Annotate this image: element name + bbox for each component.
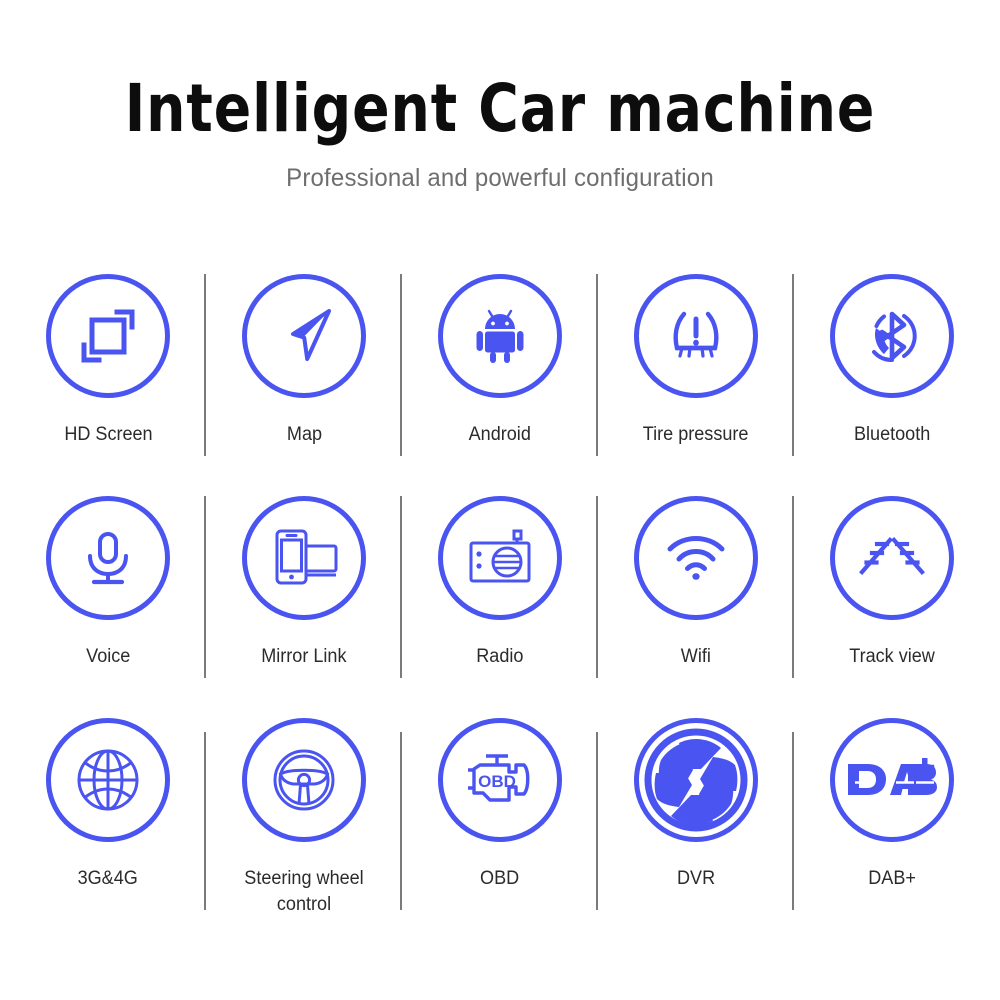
feature-label: Bluetooth bbox=[853, 424, 931, 445]
feature-label: HD Screen bbox=[63, 424, 153, 445]
microphone-icon bbox=[78, 528, 138, 588]
check-engine-obd-icon: OBD bbox=[463, 752, 537, 808]
feature-label: DAB+ bbox=[868, 868, 916, 889]
feature-item-dab-plus[interactable]: DAB+ bbox=[794, 706, 990, 946]
feature-label: Tire pressure bbox=[643, 424, 749, 445]
feature-icon-circle bbox=[242, 496, 366, 620]
feature-label: OBD bbox=[480, 868, 520, 889]
steering-wheel-icon bbox=[271, 747, 337, 813]
page-header: Intelligent Car machine Professional and… bbox=[0, 76, 1000, 193]
feature-item-obd[interactable]: OBD OBD bbox=[402, 706, 598, 946]
feature-label: Track view bbox=[849, 646, 935, 667]
feature-label: Map bbox=[286, 424, 322, 445]
tire-pressure-warning-icon bbox=[664, 304, 728, 368]
feature-icon-circle bbox=[830, 496, 954, 620]
page-subtitle: Professional and powerful configuration bbox=[286, 164, 714, 192]
globe-icon bbox=[75, 747, 141, 813]
feature-label: Radio bbox=[476, 646, 524, 667]
feature-item-dvr[interactable]: DVR bbox=[598, 706, 794, 946]
feature-icon-circle bbox=[830, 718, 954, 842]
feature-label: Mirror Link bbox=[261, 646, 347, 667]
feature-icon-circle bbox=[242, 274, 366, 398]
feature-icon-circle bbox=[634, 496, 758, 620]
dab-plus-logo-icon bbox=[844, 756, 940, 804]
feature-item-tire-pressure[interactable]: Tire pressure bbox=[598, 262, 794, 484]
feature-icon-circle bbox=[634, 274, 758, 398]
feature-item-map[interactable]: Map bbox=[206, 262, 402, 484]
wifi-icon bbox=[664, 533, 728, 583]
feature-item-android[interactable]: Android bbox=[402, 262, 598, 484]
feature-label: Android bbox=[468, 424, 532, 445]
page-title: Intelligent Car machine bbox=[124, 70, 876, 147]
android-robot-icon bbox=[468, 304, 532, 368]
feature-item-wifi[interactable]: Wifi bbox=[598, 484, 794, 706]
phone-screen-mirror-icon bbox=[269, 527, 339, 589]
feature-label: DVR bbox=[676, 868, 716, 889]
feature-item-voice[interactable]: Voice bbox=[10, 484, 206, 706]
feature-item-3g-4g[interactable]: 3G&4G bbox=[10, 706, 206, 946]
camera-aperture-icon bbox=[643, 727, 749, 833]
svg-text:OBD: OBD bbox=[478, 772, 516, 791]
bluetooth-phone-icon bbox=[860, 304, 924, 368]
feature-icon-circle bbox=[46, 718, 170, 842]
feature-label: 3G&4G bbox=[77, 868, 139, 889]
feature-row: HD Screen Map Android Tire pressure Blue… bbox=[10, 262, 990, 484]
feature-item-track-view[interactable]: Track view bbox=[794, 484, 990, 706]
feature-label: Wifi bbox=[680, 646, 712, 667]
feature-label: Steering wheel control bbox=[244, 868, 364, 916]
feature-row: 3G&4G Steering wheel control OBD OBD DVR… bbox=[10, 706, 990, 946]
feature-label: Voice bbox=[85, 646, 131, 667]
feature-icon-circle bbox=[634, 718, 758, 842]
feature-icon-circle: OBD bbox=[438, 718, 562, 842]
feature-overview-page: Intelligent Car machine Professional and… bbox=[0, 0, 1000, 1000]
feature-item-hd-screen[interactable]: HD Screen bbox=[10, 262, 206, 484]
feature-grid: HD Screen Map Android Tire pressure Blue… bbox=[10, 262, 990, 946]
hd-screen-icon bbox=[77, 305, 139, 367]
feature-row: Voice Mirror Link Radio Wifi Track view bbox=[10, 484, 990, 706]
feature-item-steering-wheel-control[interactable]: Steering wheel control bbox=[206, 706, 402, 946]
navigation-arrow-icon bbox=[271, 303, 337, 369]
feature-icon-circle bbox=[438, 274, 562, 398]
feature-icon-circle bbox=[830, 274, 954, 398]
feature-icon-circle bbox=[46, 496, 170, 620]
feature-item-mirror-link[interactable]: Mirror Link bbox=[206, 484, 402, 706]
feature-item-bluetooth[interactable]: Bluetooth bbox=[794, 262, 990, 484]
feature-item-radio[interactable]: Radio bbox=[402, 484, 598, 706]
feature-icon-circle bbox=[242, 718, 366, 842]
feature-icon-circle bbox=[438, 496, 562, 620]
parking-track-lines-icon bbox=[856, 535, 928, 581]
feature-icon-circle bbox=[46, 274, 170, 398]
radio-icon bbox=[465, 529, 535, 587]
